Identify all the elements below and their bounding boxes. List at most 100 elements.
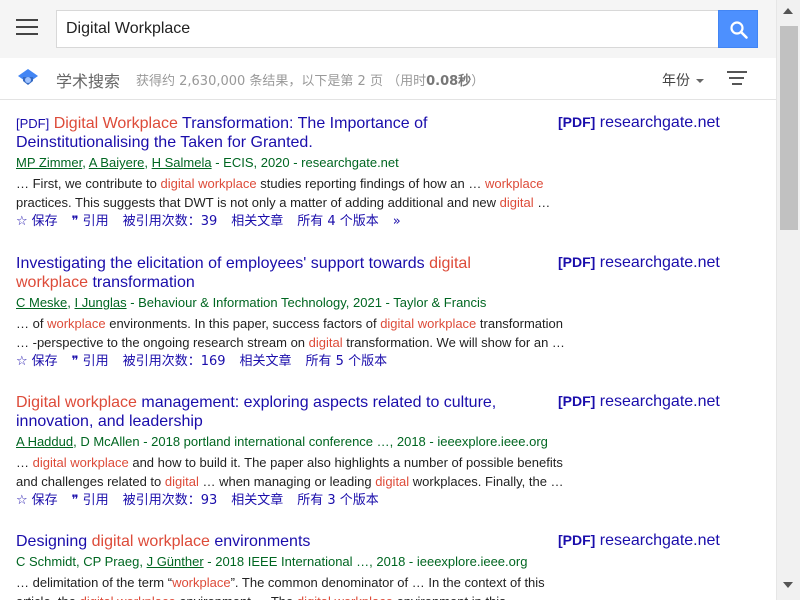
cite-label: 引用	[82, 214, 109, 229]
save-button[interactable]: ☆ 保存	[16, 493, 58, 508]
result-title-link[interactable]: Investigating the elicitation of employe…	[16, 255, 471, 291]
cite-button[interactable]: ❞ 引用	[72, 214, 109, 229]
result-title[interactable]: Designing digital workplace environments	[16, 532, 546, 551]
snippet-fragment: digital workplace	[32, 455, 129, 470]
cited-by-link[interactable]: 被引用次数：93	[123, 493, 218, 508]
snippet-fragment: … First, we contribute to	[16, 176, 161, 191]
author-link[interactable]: A Baiyere	[89, 155, 145, 170]
title-fragment: Investigating the elicitation of employe…	[16, 255, 430, 272]
result-actions: ☆ 保存 ❞ 引用 被引用次数：39 相关文章 所有 4 个版本 »	[16, 213, 776, 231]
author-link[interactable]: MP Zimmer	[16, 155, 82, 170]
result-title[interactable]: Digital workplace management: exploring …	[16, 393, 546, 431]
result-meta: C Meske, I Junglas - Behaviour & Informa…	[16, 295, 487, 310]
pdf-side-link[interactable]: [PDF] researchgate.net	[558, 532, 720, 550]
pdf-tag: [PDF]	[16, 116, 50, 131]
result-title[interactable]: [PDF] Digital Workplace Transformation: …	[16, 114, 546, 152]
scrollbar[interactable]	[776, 0, 800, 600]
result-actions: ☆ 保存 ❞ 引用 被引用次数：169 相关文章 所有 5 个版本	[16, 353, 776, 371]
author-link[interactable]: I Junglas	[75, 295, 127, 310]
scholar-logo-icon[interactable]	[17, 67, 39, 87]
pdf-side-domain: researchgate.net	[599, 114, 720, 131]
cited-by-link[interactable]: 被引用次数：169	[123, 354, 226, 369]
pdf-side-domain: researchgate.net	[599, 532, 720, 549]
cited-by-link[interactable]: 被引用次数：39	[123, 214, 218, 229]
scholar-title[interactable]: 学术搜索	[56, 68, 120, 92]
versions-link[interactable]: 所有 3 个版本	[297, 493, 379, 508]
cite-label: 引用	[82, 493, 109, 508]
author-name: CP Praeg	[83, 554, 140, 569]
snippet-fragment: digital workplace	[80, 594, 176, 600]
snippet-fragment: … of	[16, 316, 48, 331]
result-meta: C Schmidt, CP Praeg, J Günther - 2018 IE…	[16, 554, 528, 569]
snippet-fragment: digital workplace	[380, 316, 477, 331]
search-button[interactable]	[718, 10, 758, 48]
snippet-fragment: digital workplace	[297, 594, 393, 600]
snippet-fragment: workplace	[484, 176, 544, 191]
sort-filter-icon[interactable]	[727, 71, 747, 85]
result-snippet: … First, we contribute to digital workpl…	[16, 174, 576, 212]
search-input[interactable]	[57, 11, 718, 47]
cite-button[interactable]: ❞ 引用	[72, 493, 109, 508]
versions-link[interactable]: 所有 5 个版本	[306, 354, 388, 369]
cite-label: 引用	[82, 354, 109, 369]
author-link[interactable]: J Günther	[147, 554, 204, 569]
result-snippet: … delimitation of the term “workplace”. …	[16, 573, 576, 600]
result-title-link[interactable]: Digital workplace management: exploring …	[16, 394, 496, 430]
result-title-link[interactable]: Digital Workplace Transformation: The Im…	[16, 115, 428, 151]
search-box[interactable]	[56, 10, 719, 48]
result-stats: 获得约 2,630,000 条结果，以下是第 2 页 （用时0.08秒）	[136, 70, 484, 89]
cite-button[interactable]: ❞ 引用	[72, 354, 109, 369]
snippet-fragment: environment … The	[176, 594, 297, 600]
related-link[interactable]: 相关文章	[240, 354, 292, 369]
scroll-up-icon[interactable]	[783, 8, 793, 14]
title-fragment: Digital Workplace	[53, 115, 178, 132]
author-link[interactable]: C Meske	[16, 295, 67, 310]
result-title[interactable]: Investigating the elicitation of employe…	[16, 254, 546, 292]
pdf-side-link[interactable]: [PDF] researchgate.net	[558, 254, 720, 272]
caret-down-icon	[696, 79, 704, 83]
pdf-side-link[interactable]: [PDF] researchgate.net	[558, 393, 720, 411]
more-icon[interactable]: »	[393, 214, 401, 229]
sub-bar: 学术搜索 获得约 2,630,000 条结果，以下是第 2 页 （用时0.08秒…	[0, 58, 776, 100]
search-icon	[730, 21, 748, 39]
result-source: - 2018 portland international conference…	[139, 434, 548, 449]
pdf-side-tag: [PDF]	[558, 114, 596, 130]
related-link[interactable]: 相关文章	[231, 214, 283, 229]
versions-link[interactable]: 所有 4 个版本	[297, 214, 379, 229]
result-source: - Behaviour & Information Technology, 20…	[126, 295, 487, 310]
pdf-side-domain: researchgate.net	[599, 393, 720, 410]
title-fragment: Designing	[16, 533, 92, 550]
result-source: - 2018 IEEE International …, 2018 - ieee…	[203, 554, 528, 569]
author-link[interactable]: A Haddud	[16, 434, 73, 449]
pdf-side-tag: [PDF]	[558, 254, 596, 270]
title-fragment: digital workplace	[91, 533, 210, 550]
snippet-fragment: practices. This suggests that DWT is not…	[16, 195, 500, 210]
result-title-link[interactable]: Designing digital workplace environments	[16, 533, 310, 550]
scroll-down-icon[interactable]	[783, 582, 793, 588]
snippet-fragment: workplace	[47, 316, 106, 331]
result-meta: MP Zimmer, A Baiyere, H Salmela - ECIS, …	[16, 155, 399, 170]
menu-icon[interactable]	[16, 19, 38, 37]
quote-icon: ❞	[71, 214, 79, 229]
author-name: D McAllen	[80, 434, 140, 449]
snippet-fragment: digital workplace	[160, 176, 257, 191]
snippet-fragment: workplaces. Finally, the …	[409, 474, 564, 489]
snippet-fragment: … delimitation of the term “	[16, 575, 173, 590]
pdf-side-link[interactable]: [PDF] researchgate.net	[558, 114, 720, 132]
stats-suffix: ）	[471, 74, 485, 89]
related-link[interactable]: 相关文章	[231, 493, 283, 508]
title-fragment: transformation	[88, 274, 195, 291]
year-dropdown[interactable]: 年份	[662, 70, 704, 90]
save-button[interactable]: ☆ 保存	[16, 354, 58, 369]
save-button[interactable]: ☆ 保存	[16, 214, 58, 229]
author-link[interactable]: H Salmela	[152, 155, 212, 170]
scrollbar-thumb[interactable]	[780, 26, 798, 230]
save-label: 保存	[31, 214, 58, 229]
results-list: [PDF] Digital Workplace Transformation: …	[0, 100, 776, 600]
quote-icon: ❞	[71, 493, 79, 508]
snippet-fragment: digital	[164, 474, 199, 489]
star-icon: ☆	[16, 214, 28, 229]
snippet-fragment: …	[533, 195, 551, 210]
stats-text: 获得约 2,630,000 条结果，以下是第 2 页 （用时	[136, 74, 427, 89]
author-name: C Schmidt	[16, 554, 76, 569]
